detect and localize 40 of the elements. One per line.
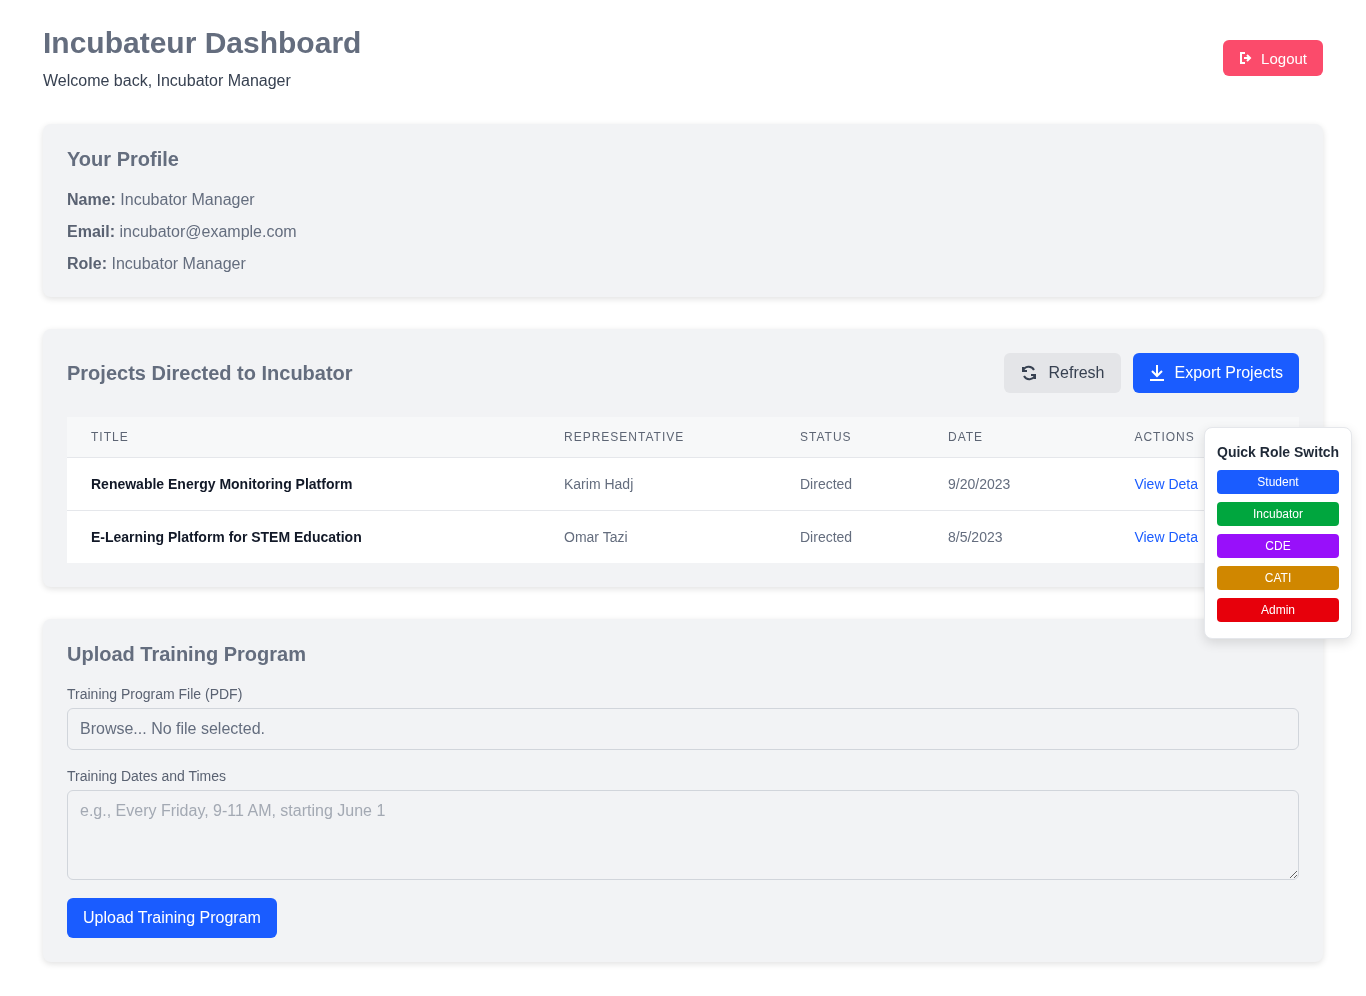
profile-field: Role: Incubator Manager — [67, 255, 1299, 273]
welcome-text: Welcome back, Incubator Manager — [43, 72, 292, 90]
table-cell: Omar Tazi — [564, 529, 628, 545]
table-cell: E-Learning Platform for STEM Education — [91, 529, 362, 545]
download-icon — [1148, 364, 1165, 382]
column-header: REPRESENTATIVE — [564, 430, 685, 444]
export-button[interactable]: Export Projects — [1132, 353, 1299, 393]
dates-textarea[interactable]: e.g., Every Friday, 9-11 AM, starting June 1 — [67, 790, 1299, 880]
upload-button[interactable]: Upload Training Program — [67, 898, 277, 938]
section-title: Projects Directed to Incubator — [67, 361, 353, 385]
column-header: ACTIONS — [1134, 430, 1195, 444]
field-label: Training Dates and Times — [67, 768, 227, 784]
table-cell: 8/5/2023 — [948, 529, 1003, 545]
table-cell: 9/20/2023 — [948, 476, 1011, 492]
role-button[interactable]: Admin — [1217, 598, 1339, 622]
refresh-icon — [1020, 364, 1039, 382]
panel-title: Quick Role Switch — [1217, 444, 1339, 460]
field-label: Training Program File (PDF) — [67, 686, 244, 702]
column-header: DATE — [948, 430, 984, 444]
role-button[interactable]: Student — [1217, 470, 1339, 494]
logout-icon — [1239, 51, 1254, 65]
view-details-link[interactable]: View Deta — [1134, 476, 1198, 492]
section-title: Your Profile — [67, 148, 180, 171]
section-title: Upload Training Program — [67, 643, 307, 666]
logout-button[interactable]: Logout — [1223, 40, 1323, 76]
refresh-button[interactable]: Refresh — [1004, 353, 1121, 393]
file-input[interactable]: Browse... No file selected. — [67, 708, 1299, 750]
page-title: Incubateur Dashboard — [43, 25, 362, 61]
role-button[interactable]: CDE — [1217, 534, 1339, 558]
role-button[interactable]: CATI — [1217, 566, 1339, 590]
table-cell: Directed — [800, 529, 853, 545]
column-header: STATUS — [800, 430, 852, 444]
table-cell: Directed — [800, 476, 853, 492]
column-header: TITLE — [91, 430, 129, 444]
table-cell: Renewable Energy Monitoring Platform — [91, 476, 353, 492]
role-button[interactable]: Incubator — [1217, 502, 1339, 526]
view-details-link[interactable]: View Deta — [1134, 529, 1198, 545]
profile-field: Name: Incubator Manager — [67, 191, 1299, 209]
profile-field: Email: incubator@example.com — [67, 223, 1299, 241]
table-cell: Karim Hadj — [564, 476, 634, 492]
